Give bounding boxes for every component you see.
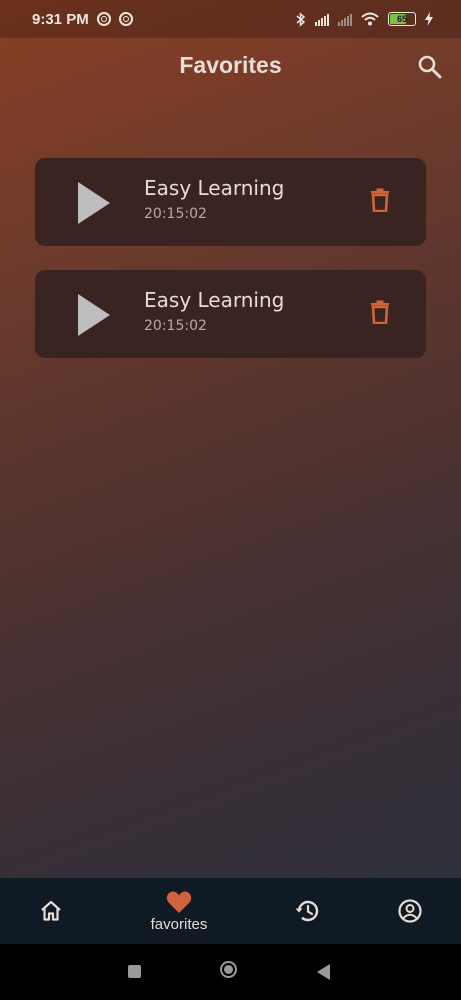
favorite-time: 20:15:02: [144, 206, 207, 222]
favorite-time: 20:15:02: [144, 318, 207, 334]
play-button[interactable]: [75, 292, 113, 338]
page-title: Favorites: [179, 52, 282, 78]
wifi-icon: [361, 12, 379, 26]
heart-icon: [166, 891, 192, 913]
battery-icon: 65: [388, 12, 416, 26]
bluetooth-icon: [296, 11, 306, 27]
account-icon: [398, 899, 422, 923]
favorite-card[interactable]: Easy Learning 20:15:02: [35, 158, 426, 246]
trash-icon: [371, 188, 389, 213]
play-button[interactable]: [75, 180, 113, 226]
nav-favorites-label: favorites: [150, 915, 208, 933]
search-icon: [418, 55, 442, 79]
delete-button[interactable]: [370, 188, 390, 213]
back-button[interactable]: [317, 964, 330, 980]
app-header: Favorites: [0, 38, 461, 94]
nav-home[interactable]: [30, 878, 72, 944]
history-icon: [295, 900, 319, 922]
status-bar: 9:31 PM 65: [0, 0, 461, 38]
signal-icon-2: [338, 13, 352, 26]
notification-icon-2: [118, 12, 133, 26]
search-button[interactable]: [417, 54, 443, 80]
status-right: 65: [296, 11, 433, 27]
status-left: 9:31 PM: [32, 11, 133, 28]
favorite-card[interactable]: Easy Learning 20:15:02: [35, 270, 426, 358]
charging-icon: [425, 12, 433, 26]
favorite-title: Easy Learning: [144, 288, 285, 312]
nav-profile[interactable]: [388, 878, 432, 944]
delete-button[interactable]: [370, 300, 390, 325]
nav-favorites[interactable]: favorites: [136, 878, 222, 944]
recents-button[interactable]: [128, 965, 141, 978]
home-system-button[interactable]: [220, 961, 237, 978]
notification-icon: [96, 12, 111, 26]
system-nav-bar: [0, 944, 461, 1000]
play-icon: [78, 294, 110, 336]
signal-icon: [315, 13, 329, 26]
play-icon: [78, 182, 110, 224]
home-icon: [41, 900, 61, 921]
status-time: 9:31 PM: [32, 10, 89, 28]
nav-history[interactable]: [285, 878, 329, 944]
trash-icon: [371, 300, 389, 325]
favorite-title: Easy Learning: [144, 176, 285, 200]
battery-level: 65: [396, 14, 407, 24]
bottom-nav: favorites: [0, 878, 461, 944]
